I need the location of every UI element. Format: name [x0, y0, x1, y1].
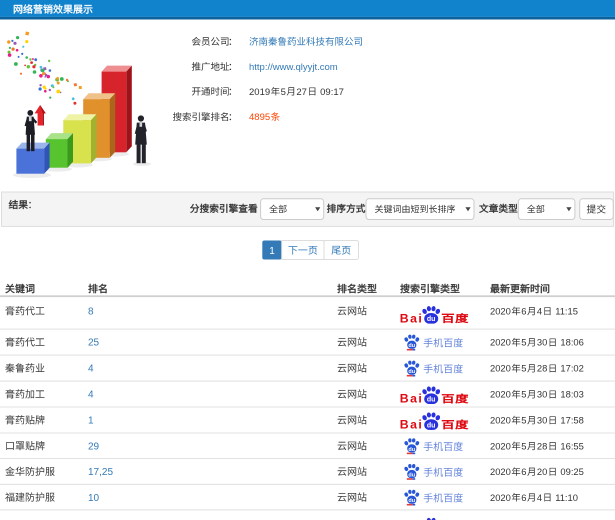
svg-text:17:58: 17:58 [558, 415, 584, 426]
svg-text:2020: 2020 [490, 415, 511, 426]
svg-text:du: du [427, 422, 436, 429]
svg-text:du: du [408, 472, 415, 478]
svg-text:du: du [427, 397, 436, 404]
svg-text:5: 5 [521, 440, 526, 451]
svg-text:du: du [408, 498, 415, 504]
svg-text:30: 30 [537, 415, 547, 426]
svg-text:28: 28 [537, 363, 547, 374]
svg-text:du: du [408, 343, 415, 349]
svg-text:17,25: 17,25 [88, 467, 113, 478]
svg-text:4: 4 [537, 306, 542, 317]
svg-text:27: 27 [296, 87, 307, 98]
svg-text:6: 6 [521, 306, 526, 317]
svg-text:18:03: 18:03 [558, 389, 584, 400]
svg-text:10: 10 [88, 493, 100, 504]
svg-text:4895: 4895 [249, 112, 270, 123]
svg-text:2020: 2020 [490, 389, 511, 400]
svg-text:2020: 2020 [490, 466, 511, 477]
svg-text:2020: 2020 [490, 337, 511, 348]
svg-text:4: 4 [88, 364, 94, 375]
svg-text:2020: 2020 [490, 306, 511, 317]
svg-text:25: 25 [88, 338, 100, 349]
svg-text:du: du [408, 369, 415, 375]
svg-text:du: du [408, 447, 415, 453]
svg-text:16:55: 16:55 [558, 440, 584, 451]
svg-text:09:17: 09:17 [318, 87, 344, 98]
svg-text:Bai: Bai [400, 392, 423, 406]
svg-text:4: 4 [88, 390, 94, 401]
svg-text:2019: 2019 [249, 87, 270, 98]
svg-text:http://www.qlyyjt.com: http://www.qlyyjt.com [249, 62, 338, 73]
svg-text:18:06: 18:06 [558, 337, 584, 348]
svg-text:1: 1 [88, 416, 94, 427]
svg-text:29: 29 [88, 441, 100, 452]
svg-text:5: 5 [281, 87, 286, 98]
svg-text:11:15: 11:15 [553, 306, 578, 317]
svg-text:6: 6 [521, 492, 526, 503]
svg-text:09:25: 09:25 [558, 466, 584, 477]
svg-text:30: 30 [537, 337, 547, 348]
svg-text:1: 1 [269, 246, 275, 257]
svg-text:2020: 2020 [490, 492, 511, 503]
svg-text:Bai: Bai [400, 418, 423, 432]
svg-text:2020: 2020 [490, 440, 511, 451]
svg-text:2020: 2020 [490, 363, 511, 374]
svg-text:17:02: 17:02 [558, 363, 584, 374]
svg-text:30: 30 [537, 389, 547, 400]
svg-text:4: 4 [537, 492, 542, 503]
svg-text:8: 8 [88, 307, 94, 318]
svg-text:du: du [427, 316, 436, 323]
svg-text:5: 5 [521, 389, 526, 400]
svg-text:5: 5 [521, 415, 526, 426]
svg-text:5: 5 [521, 363, 526, 374]
svg-text:20: 20 [537, 466, 547, 477]
svg-text:28: 28 [537, 440, 547, 451]
svg-text:11:10: 11:10 [553, 492, 578, 503]
svg-text:Bai: Bai [400, 311, 423, 325]
svg-text:5: 5 [521, 337, 526, 348]
svg-text:6: 6 [521, 466, 526, 477]
